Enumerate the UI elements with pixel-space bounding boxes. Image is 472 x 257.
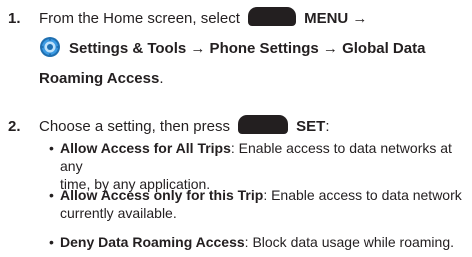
option-title: Deny Data Roaming Access bbox=[60, 234, 245, 250]
option-text: Deny Data Roaming Access: Block data usa… bbox=[49, 233, 469, 251]
list-item: • Deny Data Roaming Access: Block data u… bbox=[49, 233, 469, 251]
bullet-icon: • bbox=[49, 234, 54, 250]
step-number: 2. bbox=[8, 118, 21, 135]
bullet-icon: • bbox=[49, 140, 54, 156]
option-title: Allow Access for All Trips bbox=[60, 140, 231, 156]
option-text: Allow Access for All Trips: Enable acces… bbox=[49, 139, 469, 193]
list-item: • Allow Access only for this Trip: Enabl… bbox=[49, 186, 469, 222]
step-number: 1. bbox=[8, 10, 21, 27]
list-item: • Allow Access for All Trips: Enable acc… bbox=[49, 139, 469, 193]
option-text: Allow Access only for this Trip: Enable … bbox=[49, 186, 469, 222]
option-description: : Block data usage while roaming. bbox=[244, 234, 455, 250]
option-title: Allow Access only for this Trip bbox=[60, 187, 264, 203]
bullet-icon: • bbox=[49, 187, 54, 203]
option-description-cont: currently available. bbox=[60, 205, 177, 221]
settings-options-list: • Allow Access for All Trips: Enable acc… bbox=[49, 0, 469, 257]
option-description: : Enable access to data network bbox=[263, 187, 462, 203]
instruction-page: 1. From the Home screen, select MENU → S… bbox=[0, 0, 472, 257]
